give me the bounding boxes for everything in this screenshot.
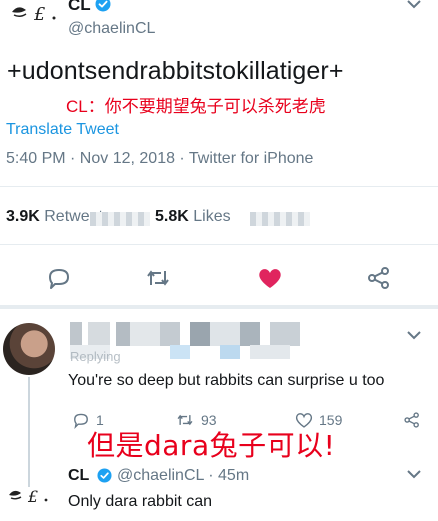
display-name[interactable]: CL xyxy=(68,0,91,15)
replying-label: Replying xyxy=(70,349,121,364)
svg-text:£: £ xyxy=(33,4,45,25)
main-tweet: £ CL @chaelinCL +udontsendrabbitstokilla… xyxy=(0,0,438,303)
reply-tweet[interactable]: Replying You're so deep but rabbits can … xyxy=(0,309,438,487)
reply-icon[interactable] xyxy=(46,265,72,291)
share-action[interactable] xyxy=(403,410,421,430)
verified-badge-icon xyxy=(95,0,111,12)
translate-tweet-link[interactable]: Translate Tweet xyxy=(6,121,119,139)
share-icon[interactable] xyxy=(366,265,392,291)
reply-text: You're so deep but rabbits can surprise … xyxy=(68,372,385,389)
cl-logo-avatar[interactable]: £ xyxy=(8,484,54,508)
reply-tweet-cl[interactable]: £ CL @chaelinCL · 45m Only dara rabbit c… xyxy=(0,462,438,521)
tweet-timestamp[interactable]: 5:40 PM · Nov 12, 2018 · Twitter for iPh… xyxy=(6,150,313,168)
blurred-username xyxy=(70,322,300,346)
chevron-down-icon[interactable] xyxy=(406,0,422,10)
retweet-icon[interactable] xyxy=(145,265,171,291)
cl-logo-avatar[interactable]: £ xyxy=(10,0,64,26)
handle-and-time[interactable]: @chaelinCL · 45m xyxy=(117,467,249,485)
blurred-region xyxy=(90,212,150,226)
display-name[interactable]: CL xyxy=(68,467,89,485)
likes-label: Likes xyxy=(193,208,231,225)
blurred-region xyxy=(250,212,310,226)
retweets-count: 3.9K xyxy=(6,208,40,225)
divider xyxy=(0,244,438,245)
translation-overlay: CL：你不要期望兔子可以杀死老虎 xyxy=(66,97,326,116)
divider xyxy=(0,186,438,187)
chinese-caption-overlay: 但是dara兔子可以! xyxy=(87,429,336,462)
heart-icon[interactable] xyxy=(257,265,283,291)
likes-stat[interactable]: 5.8K Likes xyxy=(155,208,231,226)
avatar[interactable] xyxy=(3,323,55,375)
handle[interactable]: @chaelinCL xyxy=(68,20,155,38)
svg-text:£: £ xyxy=(27,487,38,506)
verified-badge-icon xyxy=(97,468,112,483)
tweet-text: +udontsendrabbitstokillatiger+ xyxy=(7,57,344,85)
chevron-down-icon[interactable] xyxy=(406,329,422,341)
chevron-down-icon[interactable] xyxy=(406,468,422,480)
likes-count: 5.8K xyxy=(155,208,189,225)
share-icon xyxy=(404,412,419,428)
reply-text: Only dara rabbit can xyxy=(68,493,213,510)
